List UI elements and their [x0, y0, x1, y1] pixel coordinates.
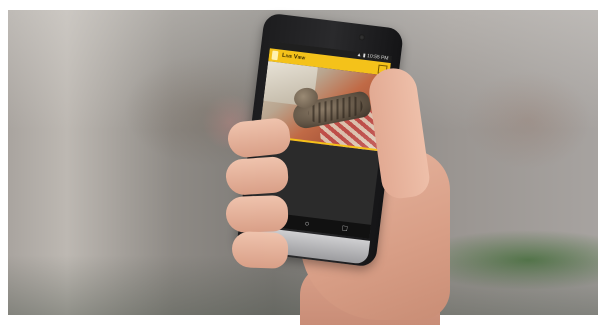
- finger-pinky: [231, 231, 289, 269]
- finger-middle: [224, 155, 290, 197]
- finger-ring: [225, 194, 289, 234]
- recents-icon[interactable]: □: [342, 223, 348, 234]
- home-icon[interactable]: ○: [304, 219, 310, 230]
- app-icon: [271, 50, 279, 61]
